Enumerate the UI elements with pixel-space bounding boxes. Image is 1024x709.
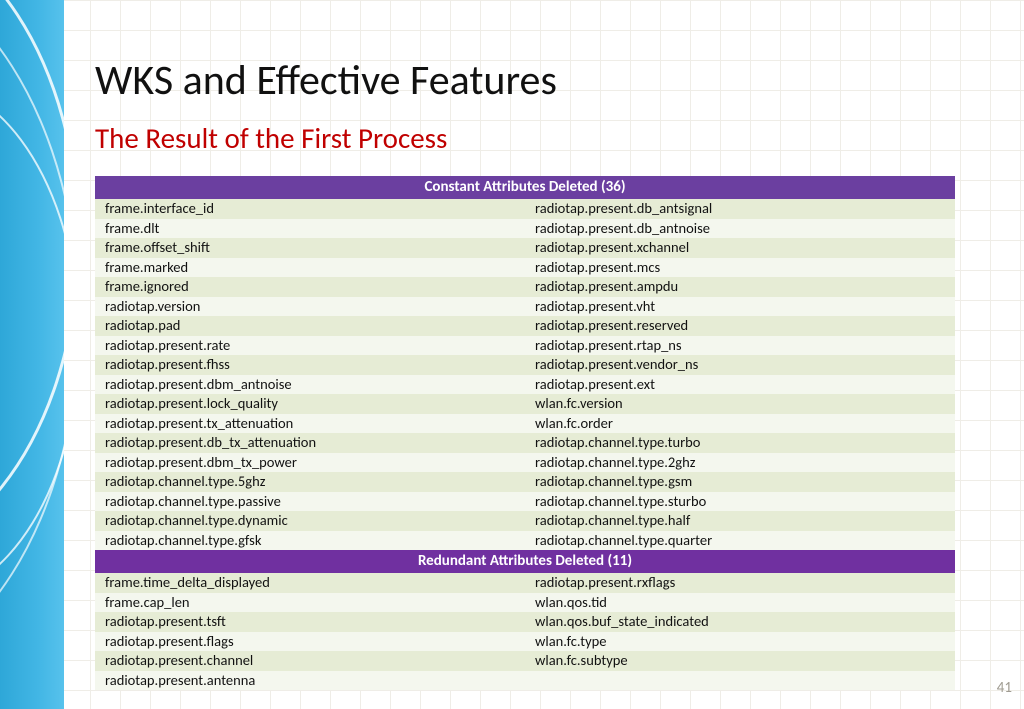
cell-left: radiotap.present.fhss <box>95 355 525 375</box>
table-row: frame.time_delta_displayedradiotap.prese… <box>95 573 955 593</box>
cell-left: frame.cap_len <box>95 593 525 613</box>
cell-left: radiotap.present.lock_quality <box>95 394 525 414</box>
cell-right: radiotap.present.xchannel <box>525 238 955 258</box>
cell-left: frame.interface_id <box>95 199 525 219</box>
cell-left: radiotap.channel.type.passive <box>95 492 525 512</box>
cell-left: radiotap.present.rate <box>95 336 525 356</box>
table-row: radiotap.channel.type.5ghzradiotap.chann… <box>95 472 955 492</box>
table-row: radiotap.channel.type.dynamicradiotap.ch… <box>95 511 955 531</box>
cell-right: radiotap.present.reserved <box>525 316 955 336</box>
cell-right: wlan.fc.type <box>525 632 955 652</box>
cell-right: radiotap.present.vendor_ns <box>525 355 955 375</box>
cell-left: frame.marked <box>95 258 525 278</box>
cell-right <box>525 671 955 691</box>
table-header-redundant: Redundant Attributes Deleted (11) <box>95 550 955 573</box>
cell-right: wlan.qos.tid <box>525 593 955 613</box>
cell-right: radiotap.channel.type.half <box>525 511 955 531</box>
cell-left: radiotap.version <box>95 297 525 317</box>
table-row: radiotap.present.rateradiotap.present.rt… <box>95 336 955 356</box>
cell-right: radiotap.present.mcs <box>525 258 955 278</box>
cell-right: radiotap.present.rtap_ns <box>525 336 955 356</box>
cell-left: radiotap.present.tx_attenuation <box>95 414 525 434</box>
cell-left: frame.ignored <box>95 277 525 297</box>
cell-right: radiotap.channel.type.gsm <box>525 472 955 492</box>
cell-left: radiotap.present.dbm_antnoise <box>95 375 525 395</box>
cell-right: wlan.fc.order <box>525 414 955 434</box>
cell-left: radiotap.present.tsft <box>95 612 525 632</box>
cell-right: radiotap.present.vht <box>525 297 955 317</box>
table-row: radiotap.channel.type.gfskradiotap.chann… <box>95 531 955 551</box>
cell-right: wlan.fc.subtype <box>525 651 955 671</box>
cell-left: frame.time_delta_displayed <box>95 573 525 593</box>
table-row: frame.dltradiotap.present.db_antnoise <box>95 219 955 239</box>
cell-left: radiotap.present.dbm_tx_power <box>95 453 525 473</box>
cell-right: radiotap.present.db_antsignal <box>525 199 955 219</box>
cell-right: wlan.fc.version <box>525 394 955 414</box>
cell-left: radiotap.present.antenna <box>95 671 525 691</box>
table-row: frame.cap_lenwlan.qos.tid <box>95 593 955 613</box>
table-row: radiotap.present.antenna <box>95 671 955 691</box>
cell-left: frame.offset_shift <box>95 238 525 258</box>
table-row: radiotap.present.dbm_antnoiseradiotap.pr… <box>95 375 955 395</box>
cell-right: radiotap.channel.type.2ghz <box>525 453 955 473</box>
cell-left: radiotap.present.db_tx_attenuation <box>95 433 525 453</box>
table-row: radiotap.present.db_tx_attenuationradiot… <box>95 433 955 453</box>
cell-right: radiotap.present.ampdu <box>525 277 955 297</box>
cell-right: radiotap.channel.type.turbo <box>525 433 955 453</box>
slide-title: WKS and Effective Features <box>95 55 965 106</box>
table-row: frame.markedradiotap.present.mcs <box>95 258 955 278</box>
table-row: radiotap.present.flagswlan.fc.type <box>95 632 955 652</box>
table-row: frame.ignoredradiotap.present.ampdu <box>95 277 955 297</box>
slide-left-decoration <box>0 0 64 709</box>
cell-right: radiotap.present.db_antnoise <box>525 219 955 239</box>
table-row: radiotap.present.channelwlan.fc.subtype <box>95 651 955 671</box>
table-body-constant: frame.interface_idradiotap.present.db_an… <box>95 199 955 550</box>
table-row: radiotap.present.fhssradiotap.present.ve… <box>95 355 955 375</box>
cell-left: radiotap.present.channel <box>95 651 525 671</box>
page-number: 41 <box>997 679 1012 697</box>
table-row: radiotap.present.lock_qualitywlan.fc.ver… <box>95 394 955 414</box>
cell-left: radiotap.channel.type.gfsk <box>95 531 525 551</box>
table-row: radiotap.present.tsftwlan.qos.buf_state_… <box>95 612 955 632</box>
cell-left: frame.dlt <box>95 219 525 239</box>
cell-right: radiotap.present.ext <box>525 375 955 395</box>
cell-right: radiotap.present.rxflags <box>525 573 955 593</box>
table-row: frame.interface_idradiotap.present.db_an… <box>95 199 955 219</box>
table-row: radiotap.present.tx_attenuationwlan.fc.o… <box>95 414 955 434</box>
table-row: radiotap.channel.type.passiveradiotap.ch… <box>95 492 955 512</box>
cell-right: radiotap.channel.type.sturbo <box>525 492 955 512</box>
table-header-constant: Constant Attributes Deleted (36) <box>95 176 955 199</box>
cell-right: radiotap.channel.type.quarter <box>525 531 955 551</box>
tables-container: Constant Attributes Deleted (36) frame.i… <box>95 176 955 690</box>
slide-content: WKS and Effective Features The Result of… <box>95 55 965 690</box>
cell-left: radiotap.channel.type.5ghz <box>95 472 525 492</box>
table-row: frame.offset_shiftradiotap.present.xchan… <box>95 238 955 258</box>
cell-left: radiotap.channel.type.dynamic <box>95 511 525 531</box>
slide-subtitle: The Result of the First Process <box>95 120 965 156</box>
cell-left: radiotap.present.flags <box>95 632 525 652</box>
cell-right: wlan.qos.buf_state_indicated <box>525 612 955 632</box>
table-row: radiotap.present.dbm_tx_powerradiotap.ch… <box>95 453 955 473</box>
cell-left: radiotap.pad <box>95 316 525 336</box>
table-row: radiotap.versionradiotap.present.vht <box>95 297 955 317</box>
table-body-redundant: frame.time_delta_displayedradiotap.prese… <box>95 573 955 690</box>
table-row: radiotap.padradiotap.present.reserved <box>95 316 955 336</box>
